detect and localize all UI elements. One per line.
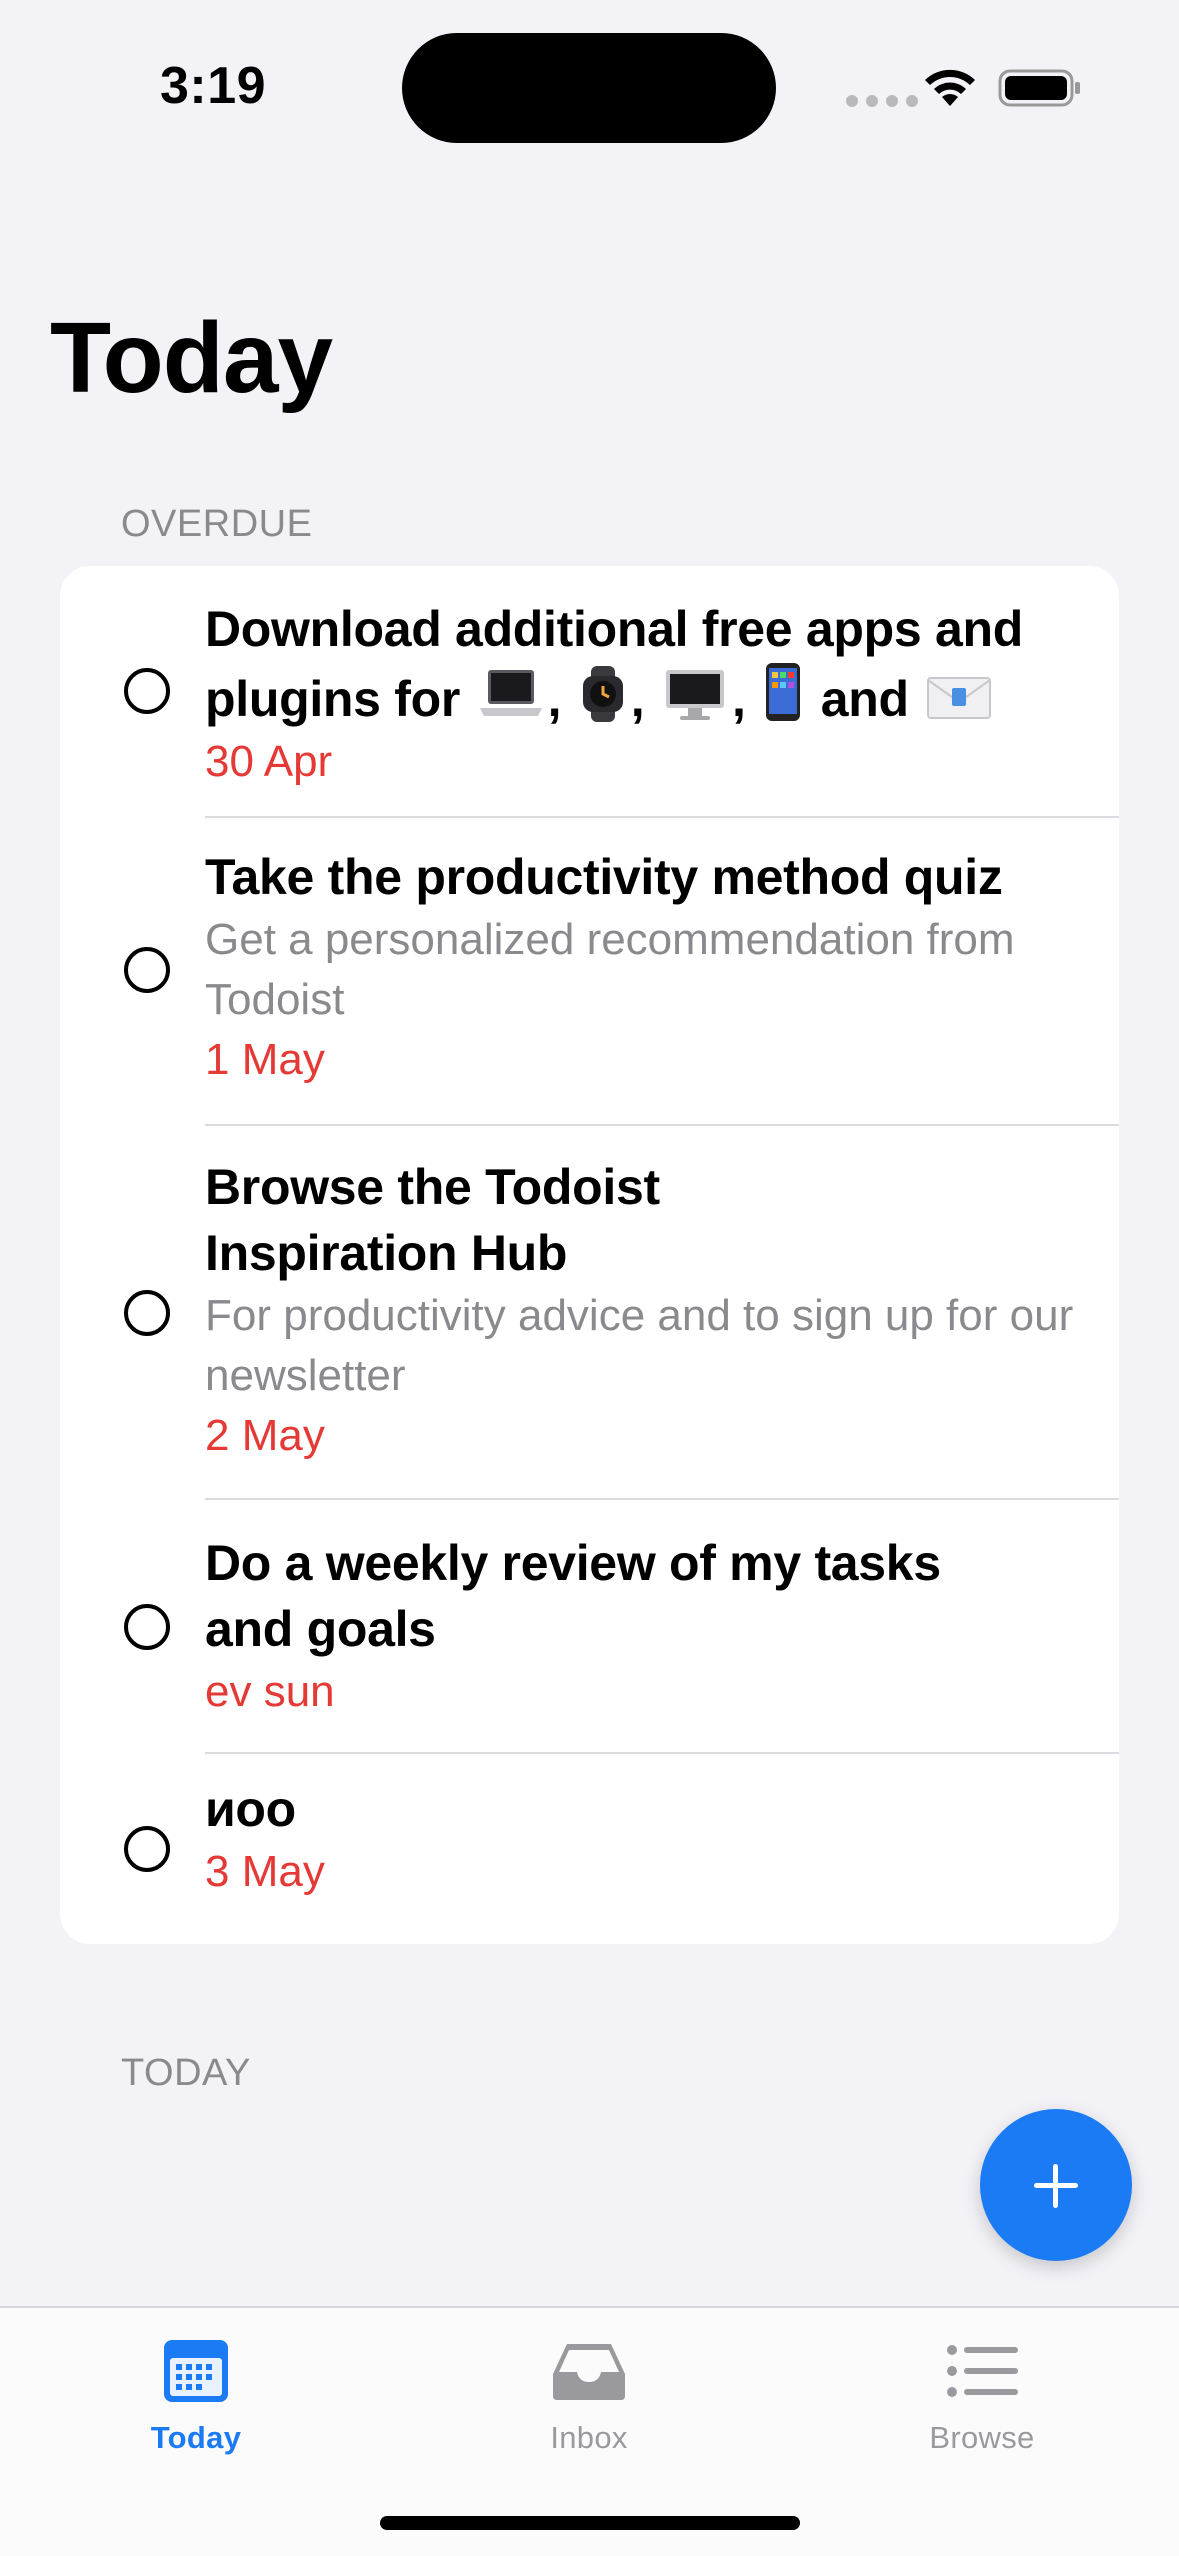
emoji-separator: , [630, 671, 645, 727]
task-title: Do a weekly review of my tasks and goals [205, 1535, 941, 1657]
mail-icon [927, 677, 992, 719]
calendar-icon [164, 2340, 228, 2402]
task-row[interactable]: Take the productivity method quiz Get a … [60, 818, 1119, 1126]
section-header-overdue: OVERDUE [121, 503, 313, 545]
watch-icon [582, 666, 623, 722]
tab-label: Today [150, 2420, 242, 2455]
section-header-today: TODAY [121, 2052, 251, 2094]
battery-icon [998, 69, 1080, 107]
task-description: Get a personalized recommendation from T… [205, 915, 1015, 1024]
task-row[interactable]: Download additional free apps and plugin… [60, 566, 1119, 818]
task-title-and: and [820, 671, 909, 727]
status-time: 3:19 [160, 57, 267, 115]
task-description: For productivity advice and to sign up f… [205, 1291, 1074, 1400]
dynamic-island [402, 33, 776, 143]
task-title: иоо [205, 1781, 296, 1837]
task-title: Take the productivity method quiz [205, 849, 1003, 905]
task-due-date: 1 May [205, 1035, 325, 1084]
tab-browse[interactable]: Browse [882, 2336, 1082, 2456]
tab-today[interactable]: Today [96, 2336, 296, 2456]
task-due-date: 2 May [205, 1411, 325, 1460]
add-task-button[interactable] [980, 2109, 1132, 2261]
iphone-icon [766, 663, 801, 721]
desktop-icon [665, 670, 724, 720]
cellular-signal-icon [846, 95, 918, 107]
task-title: Browse the Todoist Inspiration Hub [205, 1159, 660, 1281]
tab-label: Inbox [550, 2420, 628, 2455]
task-title: Download additional free apps and plugin… [205, 596, 1085, 732]
task-due-date: ev sun [205, 1667, 335, 1716]
task-complete-checkbox[interactable] [124, 947, 170, 993]
task-due-date: 30 Apr [205, 737, 333, 786]
task-row[interactable]: иоо 3 May [60, 1754, 1119, 1944]
task-complete-checkbox[interactable] [124, 1290, 170, 1336]
list-icon [947, 2345, 1018, 2397]
task-row[interactable]: Browse the Todoist Inspiration Hub For p… [60, 1126, 1119, 1500]
task-complete-checkbox[interactable] [124, 1826, 170, 1872]
tab-label: Browse [929, 2420, 1035, 2455]
emoji-separator: , [547, 671, 562, 727]
page-title: Today [50, 302, 333, 414]
inbox-tray-icon [553, 2344, 625, 2400]
wifi-icon [925, 69, 975, 106]
task-complete-checkbox[interactable] [124, 1604, 170, 1650]
emoji-separator: , [731, 671, 746, 727]
task-row[interactable]: Do a weekly review of my tasks and goals… [60, 1500, 1119, 1754]
laptop-icon [479, 670, 542, 716]
home-indicator [380, 2516, 800, 2530]
overdue-task-list: Download additional free apps and plugin… [60, 566, 1119, 1944]
task-complete-checkbox[interactable] [124, 668, 170, 714]
tab-inbox[interactable]: Inbox [489, 2336, 689, 2456]
task-due-date: 3 May [205, 1847, 325, 1896]
